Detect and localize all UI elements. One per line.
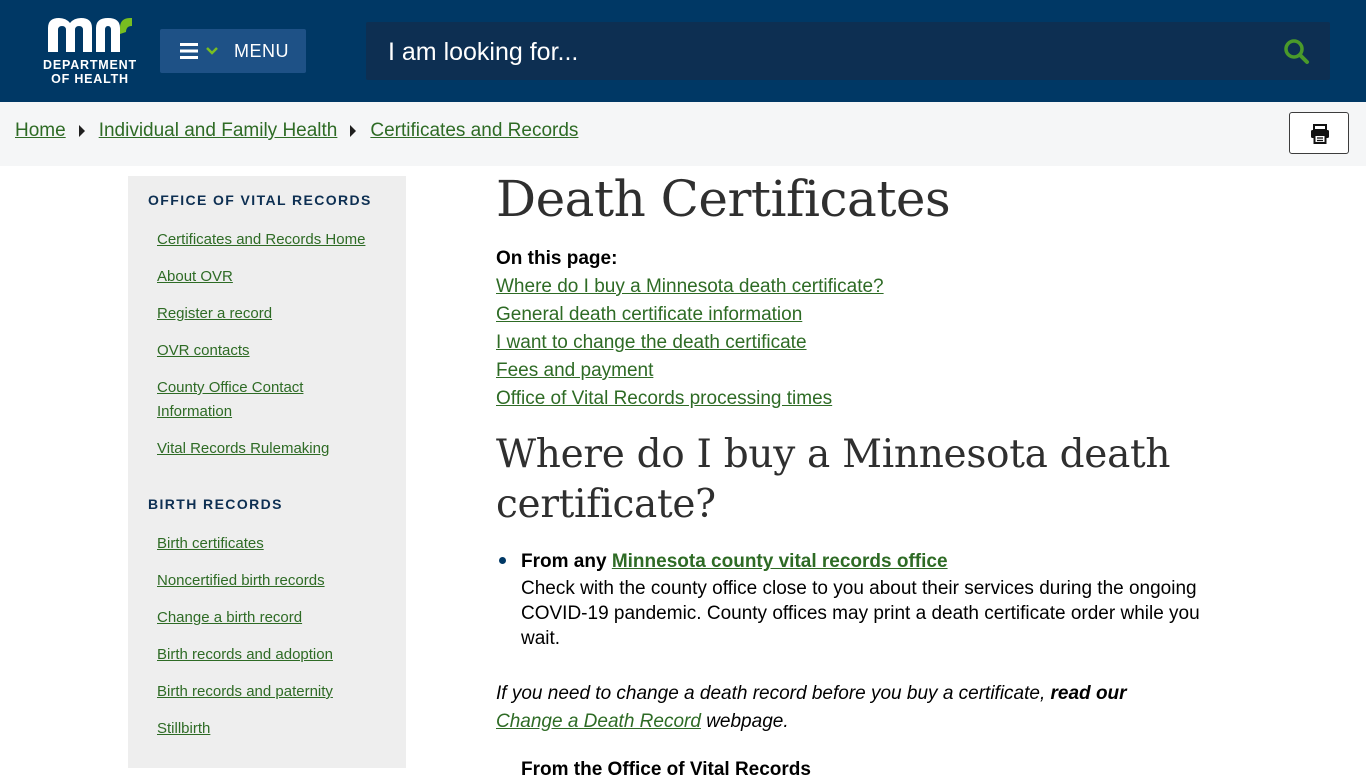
note-text-before: If you need to change a death record bef… bbox=[496, 683, 1051, 704]
sidebar-heading-birth-records: BIRTH RECORDS bbox=[148, 496, 283, 512]
list-item-lead-text: From any bbox=[521, 551, 607, 572]
note-bold-text: read our bbox=[1050, 683, 1127, 704]
menu-button[interactable]: MENU bbox=[160, 29, 306, 73]
breadcrumb-separator-icon bbox=[78, 125, 85, 137]
toc-link-where-buy[interactable]: Where do I buy a Minnesota death certifi… bbox=[496, 276, 884, 298]
sidebar-item-register-record[interactable]: Register a record bbox=[157, 302, 387, 326]
change-death-record-link[interactable]: Change a Death Record bbox=[496, 711, 701, 732]
sidebar-item-change-birth-record[interactable]: Change a birth record bbox=[157, 606, 387, 630]
breadcrumb-separator-icon bbox=[350, 125, 357, 137]
sidebar-nav: OFFICE OF VITAL RECORDS Certificates and… bbox=[128, 176, 406, 768]
search-bar bbox=[366, 22, 1330, 80]
sidebar-item-birth-records-paternity[interactable]: Birth records and paternity bbox=[157, 680, 387, 704]
printer-icon bbox=[1311, 124, 1329, 144]
sidebar-item-noncertified-birth-records[interactable]: Noncertified birth records bbox=[157, 569, 387, 593]
toc-link-change-certificate[interactable]: I want to change the death certificate bbox=[496, 332, 807, 354]
breadcrumb-certificates-records[interactable]: Certificates and Records bbox=[370, 120, 578, 142]
change-record-note: If you need to change a death record bef… bbox=[496, 680, 1196, 736]
sidebar-heading-vital-records: OFFICE OF VITAL RECORDS bbox=[148, 192, 372, 208]
mn-logo-mark bbox=[48, 18, 132, 52]
logo-text: DEPARTMENT OF HEALTH bbox=[38, 58, 142, 86]
sidebar-item-county-office-contact[interactable]: County Office Contact Information bbox=[157, 376, 337, 424]
print-button[interactable] bbox=[1289, 112, 1349, 154]
logo-line-2: OF HEALTH bbox=[51, 72, 129, 86]
search-input[interactable] bbox=[386, 30, 1260, 74]
hamburger-icon bbox=[180, 43, 218, 59]
list-item-county-office: From any Minnesota county vital records … bbox=[521, 551, 948, 573]
sidebar-item-birth-certificates[interactable]: Birth certificates bbox=[157, 532, 387, 556]
sidebar-item-certificates-home[interactable]: Certificates and Records Home bbox=[157, 228, 387, 252]
sidebar-item-stillbirth[interactable]: Stillbirth bbox=[157, 717, 387, 741]
note-text-after: webpage. bbox=[700, 711, 789, 732]
page-title: Death Certificates bbox=[496, 170, 951, 228]
breadcrumb-home[interactable]: Home bbox=[15, 120, 66, 142]
sidebar-item-about-ovr[interactable]: About OVR bbox=[157, 265, 387, 289]
sidebar-item-birth-records-adoption[interactable]: Birth records and adoption bbox=[157, 643, 387, 667]
chevron-down-icon bbox=[206, 47, 218, 55]
on-this-page-label: On this page: bbox=[496, 248, 618, 269]
list-item-office-vital-records: From the Office of Vital Records bbox=[521, 759, 811, 780]
sidebar-item-ovr-contacts[interactable]: OVR contacts bbox=[157, 339, 387, 363]
breadcrumb-individual-family-health[interactable]: Individual and Family Health bbox=[99, 120, 338, 142]
logo-line-1: DEPARTMENT bbox=[43, 58, 137, 72]
sidebar-item-vital-records-rulemaking[interactable]: Vital Records Rulemaking bbox=[157, 437, 387, 461]
list-item-description: Check with the county office close to yo… bbox=[521, 578, 1200, 649]
section-heading-where-buy: Where do I buy a Minnesota death certifi… bbox=[496, 432, 1171, 527]
breadcrumb: Home Individual and Family Health Certif… bbox=[15, 120, 578, 142]
toc-link-processing-times[interactable]: Office of Vital Records processing times bbox=[496, 388, 832, 410]
toc-link-general-info[interactable]: General death certificate information bbox=[496, 304, 802, 326]
toc-link-fees-payment[interactable]: Fees and payment bbox=[496, 360, 653, 382]
mdh-logo[interactable]: DEPARTMENT OF HEALTH bbox=[38, 14, 142, 88]
list-bullet bbox=[499, 557, 506, 564]
menu-label: MENU bbox=[234, 41, 289, 61]
site-header: DEPARTMENT OF HEALTH MENU bbox=[0, 0, 1366, 102]
breadcrumb-bar: Home Individual and Family Health Certif… bbox=[0, 102, 1366, 166]
county-vital-records-office-link[interactable]: Minnesota county vital records office bbox=[612, 551, 948, 572]
search-icon[interactable] bbox=[1283, 38, 1311, 66]
